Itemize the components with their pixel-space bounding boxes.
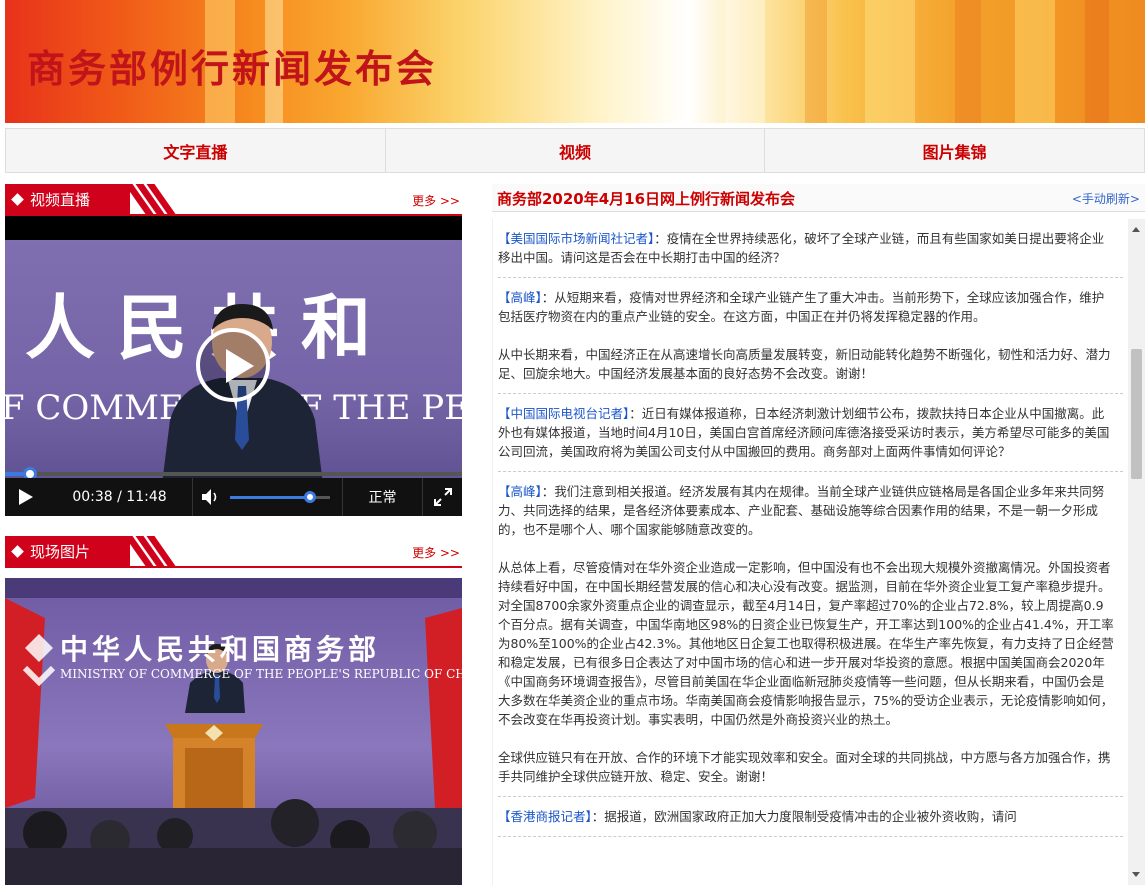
live-text-list: 【美国国际市场新闻社记者】：疫情在全世界持续恶化，破坏了全球产业链，而且有些国家… (498, 219, 1123, 837)
diamond-icon (11, 192, 24, 206)
scroll-down-arrow-icon[interactable] (1132, 872, 1140, 877)
scroll-up-arrow-icon[interactable] (1132, 227, 1140, 232)
press-photo[interactable]: 中华人民共和国商务部 MINISTRY OF COMMERCE OF THE P… (5, 578, 462, 885)
live-text-header: 商务部2020年4月16日网上例行新闻发布会 <手动刷新> (492, 184, 1145, 212)
entry-text: 从中长期来看，中国经济正在从高速增长向高质量发展转变，新旧动能转化趋势不断强化，… (498, 347, 1111, 381)
speaker-name: 【高峰】 (498, 484, 542, 499)
video-progress-bar[interactable] (5, 467, 462, 481)
banner: 商务部例行新闻发布会 (5, 0, 1145, 123)
live-text-feed[interactable]: 【美国国际市场新闻社记者】：疫情在全世界持续恶化，破坏了全球产业链，而且有些国家… (492, 219, 1145, 885)
tab-text-live[interactable]: 文字直播 (6, 129, 386, 172)
photo-section-title: 现场图片 (30, 542, 91, 561)
mute-button[interactable] (192, 478, 228, 516)
press-scene (5, 578, 462, 885)
entry-paragraph: 【香港商报记者】：据报道，欧洲国家政府正加大力度限制受疫情冲击的企业被外资收购，… (498, 807, 1123, 826)
video-section-title: 视频直播 (30, 190, 91, 209)
entry-text: ：我们注意到相关报道。经济发展有其内在规律。当前全球产业链供应链格局是各国企业多… (498, 484, 1105, 537)
entry-paragraph: 【高峰】：我们注意到相关报道。经济发展有其内在规律。当前全球产业链供应链格局是各… (498, 482, 1123, 539)
play-icon (19, 489, 33, 505)
entry-text: ：据报道，欧洲国家政府正加大力度限制受疫情冲击的企业被外资收购，请问 (591, 809, 1017, 824)
entry-paragraph: 【美国国际市场新闻社记者】：疫情在全世界持续恶化，破坏了全球产业链，而且有些国家… (498, 229, 1123, 267)
live-text-entry: 【香港商报记者】：据报道，欧洲国家政府正加大力度限制受疫情冲击的企业被外资收购，… (498, 797, 1123, 837)
speaker-name: 【香港商报记者】 (498, 809, 592, 824)
photo-backdrop-title: 中华人民共和国商务部 (60, 633, 381, 666)
video-time: 00:38 / 11:48 (72, 489, 167, 505)
photo-section-label: 现场图片 (5, 536, 130, 566)
volume-handle[interactable] (304, 491, 316, 503)
entry-paragraph: 【高峰】：从短期来看，疫情对世界经济和全球产业链产生了重大冲击。当前形势下，全球… (498, 288, 1123, 326)
entry-paragraph: 全球供应链只有在开放、合作的环境下才能实现效率和安全。面对全球的共同挑战，中方愿… (498, 748, 1123, 786)
scrollbar-thumb[interactable] (1131, 349, 1142, 479)
fullscreen-icon (433, 488, 452, 506)
video-section-header: 视频直播 更多 >> (5, 184, 462, 216)
banner-title: 商务部例行新闻发布会 (27, 47, 438, 91)
main-nav: 文字直播 视频 图片集锦 (5, 128, 1145, 173)
speaker-name: 【高峰】 (498, 290, 542, 305)
speaker-name: 【中国国际电视台记者】 (498, 406, 630, 421)
video-controls: 00:38 / 11:48 正常 (5, 478, 462, 516)
feed-scrollbar[interactable] (1128, 219, 1145, 885)
live-text-entry: 【高峰】：我们注意到相关报道。经济发展有其内在规律。当前全球产业链供应链格局是各… (498, 472, 1123, 797)
play-button[interactable] (5, 478, 47, 516)
video-player[interactable]: 人民共和 F COMMERCE OF THE PEOPLE 00:38 / 11… (5, 216, 462, 516)
tab-video[interactable]: 视频 (386, 129, 766, 172)
live-text-entry: 【高峰】：从短期来看，疫情对世界经济和全球产业链产生了重大冲击。当前形势下，全球… (498, 278, 1123, 394)
tab-photos[interactable]: 图片集锦 (765, 129, 1144, 172)
manual-refresh-link[interactable]: <手动刷新> (1072, 190, 1140, 207)
photo-section-header: 现场图片 更多 >> (5, 536, 462, 568)
play-overlay-button[interactable] (196, 328, 270, 402)
fullscreen-button[interactable] (422, 478, 462, 516)
playback-speed-button[interactable]: 正常 (342, 478, 422, 516)
entry-text: 从总体上看，尽管疫情对在华外资企业造成一定影响，但中国没有也不会出现大规模外资撤… (498, 560, 1114, 727)
entry-text: 全球供应链只有在开放、合作的环境下才能实现效率和安全。面对全球的共同挑战，中方愿… (498, 750, 1111, 784)
entry-paragraph: 【中国国际电视台记者】：近日有媒体报道称，日本经济刺激计划细节公布，拨款扶持日本… (498, 404, 1123, 461)
volume-icon (201, 489, 216, 505)
live-text-title: 商务部2020年4月16日网上例行新闻发布会 (497, 190, 796, 208)
entry-paragraph: 从中长期来看，中国经济正在从高速增长向高质量发展转变，新旧动能转化趋势不断强化，… (498, 345, 1123, 383)
video-more-link[interactable]: 更多 >> (412, 192, 460, 209)
photo-backdrop-subtitle: MINISTRY OF COMMERCE OF THE PEOPLE'S REP… (60, 667, 462, 681)
diamond-icon (11, 544, 24, 558)
entry-paragraph: 从总体上看，尽管疫情对在华外资企业造成一定影响，但中国没有也不会出现大规模外资撤… (498, 558, 1123, 729)
live-text-entry: 【中国国际电视台记者】：近日有媒体报道称，日本经济刺激计划细节公布，拨款扶持日本… (498, 394, 1123, 472)
entry-text: ：从短期来看，疫情对世界经济和全球产业链产生了重大冲击。当前形势下，全球应该加强… (498, 290, 1105, 324)
speaker-name: 【美国国际市场新闻社记者】 (498, 231, 655, 246)
photo-more-link[interactable]: 更多 >> (412, 544, 460, 561)
volume-slider[interactable] (230, 491, 330, 503)
live-text-entry: 【美国国际市场新闻社记者】：疫情在全世界持续恶化，破坏了全球产业链，而且有些国家… (498, 219, 1123, 278)
video-section-label: 视频直播 (5, 184, 130, 214)
volume-fill (230, 496, 310, 499)
